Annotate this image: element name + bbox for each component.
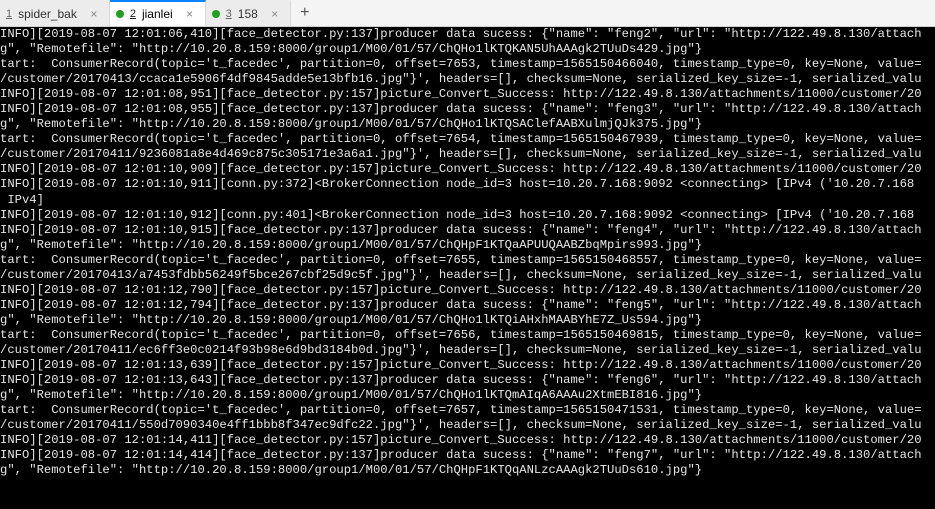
log-line: g", "Remotefile": "http://10.20.8.159:80… (0, 238, 935, 253)
log-line: tart: ConsumerRecord(topic='t_facedec', … (0, 57, 935, 72)
log-line: INFO][2019-08-07 12:01:10,911][conn.py:3… (0, 177, 935, 192)
log-line: g", "Remotefile": "http://10.20.8.159:80… (0, 463, 935, 478)
tab-index: 2 (130, 8, 136, 20)
terminal-output[interactable]: INFO][2019-08-07 12:01:06,410][face_dete… (0, 27, 935, 509)
log-line: INFO][2019-08-07 12:01:10,915][face_dete… (0, 223, 935, 238)
log-line: tart: ConsumerRecord(topic='t_facedec', … (0, 328, 935, 343)
log-line: IPv4] (0, 193, 935, 208)
tab-index: 1 (6, 8, 12, 20)
tab-spider-bak[interactable]: 1 spider_bak × (0, 0, 110, 26)
tab-bar: 1 spider_bak × 2 jianlei × 3 158 × + (0, 0, 935, 27)
log-line: /customer/20170411/9236081a8e4d469c875c3… (0, 147, 935, 162)
log-line: INFO][2019-08-07 12:01:12,790][face_dete… (0, 283, 935, 298)
log-line: /customer/20170411/ec6ff3e0c0214f93b98e6… (0, 343, 935, 358)
log-line: INFO][2019-08-07 12:01:13,639][face_dete… (0, 358, 935, 373)
dirty-dot-icon (212, 10, 220, 18)
new-tab-button[interactable]: + (291, 0, 319, 26)
log-line: g", "Remotefile": "http://10.20.8.159:80… (0, 117, 935, 132)
log-line: INFO][2019-08-07 12:01:10,912][conn.py:4… (0, 208, 935, 223)
log-line: tart: ConsumerRecord(topic='t_facedec', … (0, 253, 935, 268)
log-line: /customer/20170413/a7453fdbb56249f5bce26… (0, 268, 935, 283)
tab-label: jianlei (142, 7, 173, 21)
dirty-dot-icon (116, 10, 124, 18)
tab-jianlei[interactable]: 2 jianlei × (110, 0, 206, 26)
log-line: /customer/20170413/ccaca1e5906f4df9845ad… (0, 72, 935, 87)
tab-label: 158 (238, 7, 258, 21)
tab-158[interactable]: 3 158 × (206, 0, 291, 26)
log-line: INFO][2019-08-07 12:01:06,410][face_dete… (0, 27, 935, 42)
tab-label: spider_bak (18, 7, 77, 21)
log-line: g", "Remotefile": "http://10.20.8.159:80… (0, 313, 935, 328)
log-line: INFO][2019-08-07 12:01:12,794][face_dete… (0, 298, 935, 313)
close-icon[interactable]: × (87, 7, 101, 21)
log-line: g", "Remotefile": "http://10.20.8.159:80… (0, 42, 935, 57)
tab-index: 3 (226, 8, 232, 20)
close-icon[interactable]: × (183, 7, 197, 21)
log-line: tart: ConsumerRecord(topic='t_facedec', … (0, 132, 935, 147)
log-line: INFO][2019-08-07 12:01:08,951][face_dete… (0, 87, 935, 102)
log-line: INFO][2019-08-07 12:01:08,955][face_dete… (0, 102, 935, 117)
log-line: INFO][2019-08-07 12:01:14,411][face_dete… (0, 433, 935, 448)
log-line: g", "Remotefile": "http://10.20.8.159:80… (0, 388, 935, 403)
close-icon[interactable]: × (268, 7, 282, 21)
log-line: INFO][2019-08-07 12:01:10,909][face_dete… (0, 162, 935, 177)
log-line: INFO][2019-08-07 12:01:13,643][face_dete… (0, 373, 935, 388)
log-line: /customer/20170411/550d7090340e4ff1bbb8f… (0, 418, 935, 433)
log-line: tart: ConsumerRecord(topic='t_facedec', … (0, 403, 935, 418)
log-line: INFO][2019-08-07 12:01:14,414][face_dete… (0, 448, 935, 463)
